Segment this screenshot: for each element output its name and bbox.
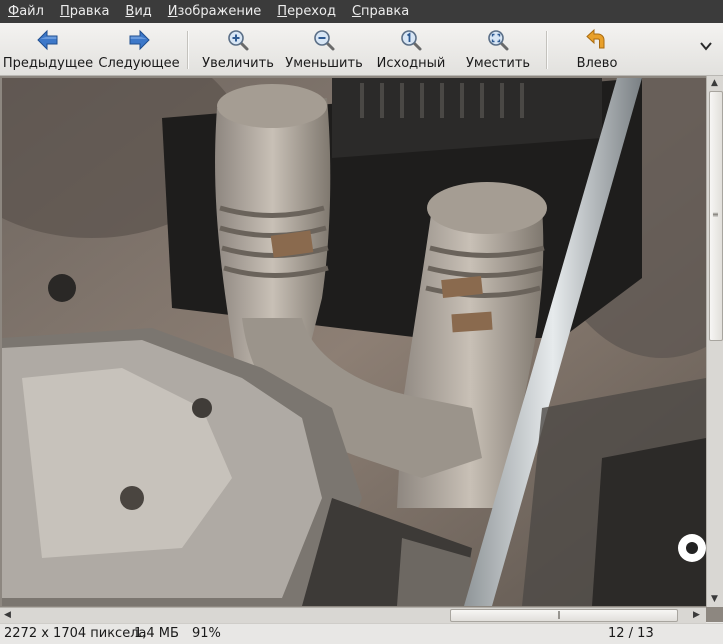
engine-bay-photo [2,78,706,606]
vertical-scrollbar[interactable]: ▲ ≡ ▼ [706,76,723,607]
menu-edit-label: равка [69,4,110,19]
rotate-left-label: Влево [576,56,618,71]
chevron-down-icon[interactable] [699,39,713,53]
arrow-left-icon [37,29,58,51]
menu-edit-mnemonic: П [59,4,70,19]
menu-view[interactable]: Вид [117,0,159,23]
menu-help[interactable]: Справка [344,0,417,23]
zoom-out-button[interactable]: Уменьшить [285,26,363,72]
next-label: Следующее [98,56,180,71]
scroll-left-arrow-icon[interactable]: ◀ [4,610,11,620]
magnifier-plus-icon [228,30,249,51]
vertical-scroll-thumb[interactable]: ≡ [709,91,723,341]
fit-button[interactable]: Уместить [466,26,530,72]
zoom-out-label: Уменьшить [285,56,363,71]
menu-bar: Файл Правка Вид Изображение Переход Спра… [0,0,723,23]
menu-view-mnemonic: В [125,4,135,19]
zoom-in-button[interactable]: Увеличить [202,26,274,72]
toolbar-separator-2 [546,31,548,69]
fit-label: Уместить [465,56,531,71]
previous-button[interactable]: Предыдущее [2,26,94,72]
magnifier-minus-icon [314,30,335,51]
menu-go-label: ереход [287,4,336,19]
status-bar: 2272 x 1704 пиксела 1,4 МБ 91% 12 / 13 [0,623,723,644]
status-zoom: 91% [192,626,221,641]
menu-help-label: правка [361,4,410,19]
status-image-position: 12 / 13 [608,626,654,641]
menu-file-label: айл [19,4,44,19]
menu-image-label: зображение [177,4,262,19]
horizontal-scrollbar[interactable]: ◀ ‖ ▶ [0,607,706,623]
magnifier-one-icon [401,30,422,51]
menu-go-mnemonic: П [277,4,288,19]
rotate-left-icon [586,28,605,49]
toolbar: Предыдущее Следующее Увеличить Уменьшить [0,23,723,76]
next-button[interactable]: Следующее [98,26,180,72]
toolbar-separator [187,31,189,69]
rotate-left-button[interactable]: Влево [570,26,624,72]
scroll-right-arrow-icon[interactable]: ▶ [693,610,700,620]
scroll-up-arrow-icon[interactable]: ▲ [711,78,718,88]
arrow-right-icon [129,29,150,51]
image-viewport[interactable]: ▲ ≡ ▼ ◀ ‖ ▶ [0,76,723,623]
original-size-button[interactable]: Исходный [376,26,446,72]
menu-go[interactable]: Переход [269,0,344,23]
zoom-in-label: Увеличить [202,56,274,71]
menu-view-label: ид [134,4,152,19]
magnifier-fit-icon [488,30,509,51]
displayed-photo [2,78,706,606]
original-size-label: Исходный [376,56,446,71]
menu-help-mnemonic: С [351,4,362,19]
menu-image[interactable]: Изображение [160,0,270,23]
menu-file[interactable]: Файл [0,0,52,23]
horizontal-grip-icon: ‖ [557,610,561,619]
status-file-size: 1,4 МБ [134,626,179,641]
menu-file-mnemonic: Ф [8,4,20,19]
horizontal-scroll-thumb[interactable]: ‖ [450,609,678,622]
vertical-grip-icon: ≡ [712,210,719,219]
previous-label: Предыдущее [2,56,94,71]
scroll-down-arrow-icon[interactable]: ▼ [711,594,718,604]
status-dimensions: 2272 x 1704 пиксела [4,626,147,641]
menu-image-mnemonic: И [167,4,178,19]
menu-edit[interactable]: Правка [52,0,117,23]
